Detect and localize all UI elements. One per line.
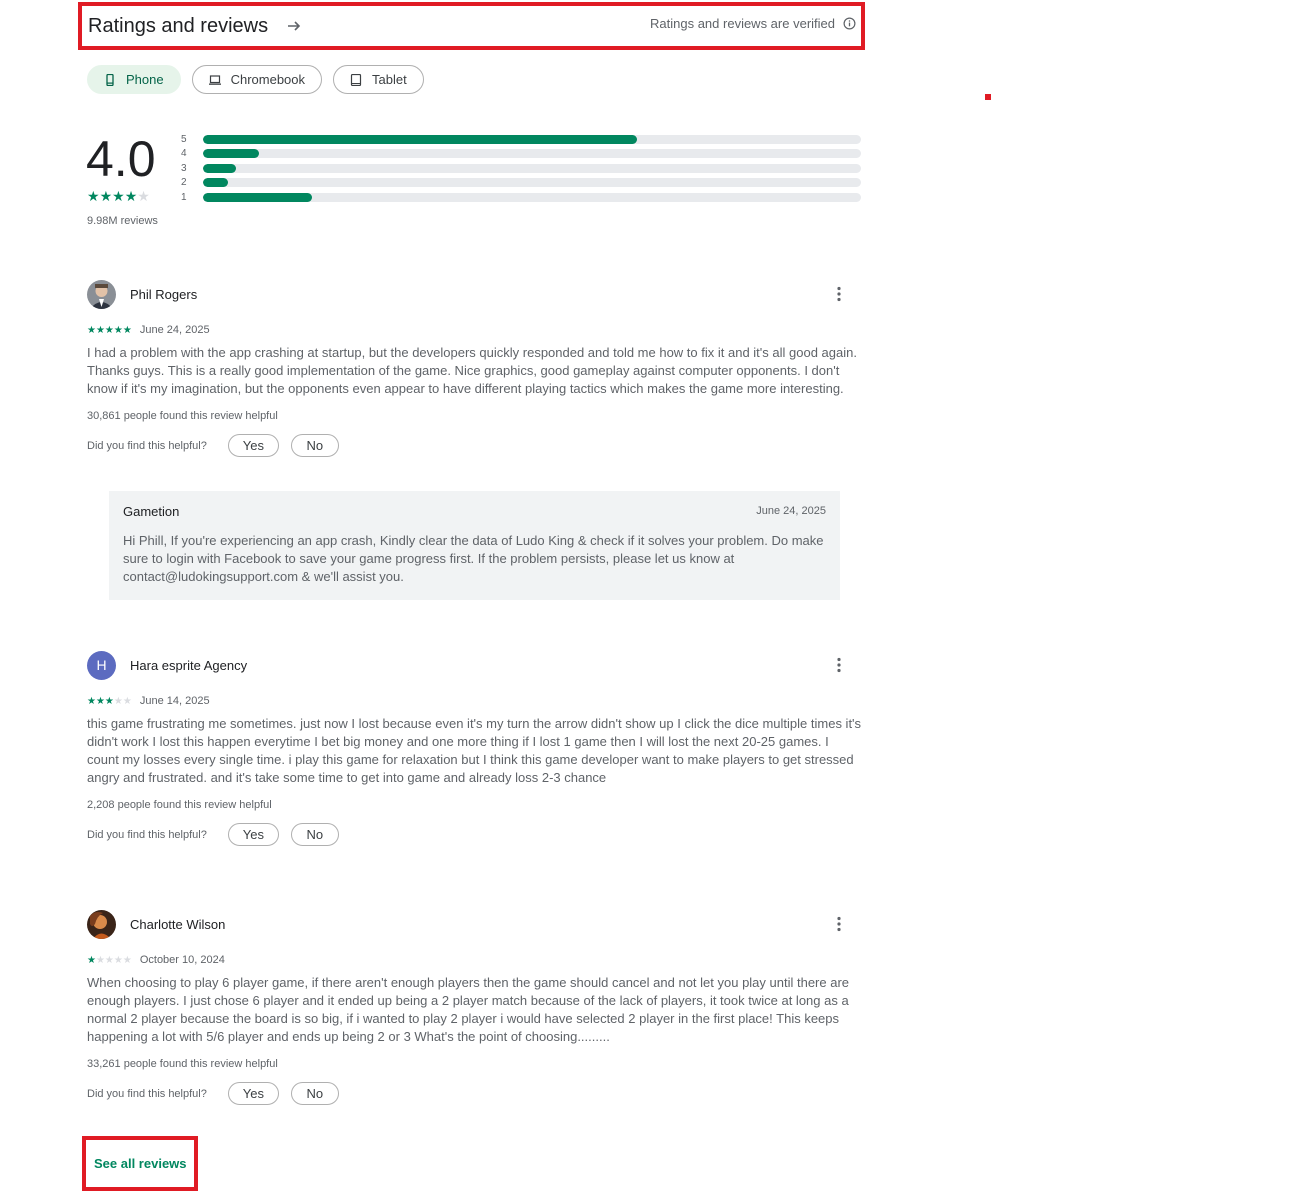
no-button[interactable]: No <box>290 823 339 846</box>
rating-bar-track <box>203 178 861 188</box>
rating-bar-fill <box>203 134 638 144</box>
chip-tablet[interactable]: Tablet <box>333 65 424 94</box>
yes-button[interactable]: Yes <box>227 434 279 457</box>
summary-stars: ★★★★★ <box>87 189 150 203</box>
review-meta: ★★★★★ October 10, 2024 <box>87 954 862 966</box>
helpful-prompt: Did you find this helpful? <box>87 439 207 452</box>
more-vert-icon[interactable] <box>830 656 848 674</box>
review-meta: ★★★★★ June 24, 2025 <box>87 324 862 336</box>
rating-bar-label: 5 <box>181 133 187 145</box>
rating-bar-row: 2 <box>181 176 861 191</box>
rating-bar-row: 3 <box>181 161 861 176</box>
user-photo-icon <box>87 279 116 309</box>
star-icon: ★ <box>112 188 125 204</box>
star-empty-icon: ★ <box>137 188 150 204</box>
rating-bar-track <box>203 163 861 173</box>
review-card: Phil Rogers ★★★★★ June 24, 2025 I had a … <box>87 279 862 457</box>
helpful-feedback: Did you find this helpful? Yes No <box>87 1082 862 1105</box>
no-button[interactable]: No <box>290 1082 339 1105</box>
rating-bar-label: 1 <box>181 191 187 203</box>
reviewer-name: Charlotte Wilson <box>130 916 226 932</box>
review-card: H Hara esprite Agency ★★★★★ June 14, 202… <box>87 650 862 846</box>
rating-bar-track <box>203 192 861 202</box>
star-icon: ★ <box>99 188 113 204</box>
review-text: this game frustrating me sometimes. just… <box>87 716 862 785</box>
developer-reply: Gametion June 24, 2025 Hi Phill, If you'… <box>109 491 840 600</box>
helpful-count: 30,861 people found this review helpful <box>87 410 278 422</box>
reviewer-name: Phil Rogers <box>130 286 198 302</box>
rating-bar-fill <box>203 192 312 202</box>
ratings-header[interactable]: Ratings and reviews Ratings and reviews … <box>88 12 858 40</box>
developer-reply-date: June 24, 2025 <box>756 505 826 517</box>
rating-bar-label: 2 <box>181 177 187 189</box>
laptop-icon <box>208 74 221 85</box>
review-header: Charlotte Wilson <box>87 909 862 939</box>
verified-note: Ratings and reviews are verified <box>650 16 856 31</box>
rating-bar-fill <box>203 178 228 188</box>
helpful-prompt: Did you find this helpful? <box>87 828 207 841</box>
star-icon: ★ <box>87 188 100 204</box>
chip-label: Chromebook <box>230 72 306 87</box>
device-filter-chips: Phone Chromebook Tablet <box>87 65 424 94</box>
avatar <box>87 909 116 939</box>
more-vert-icon[interactable] <box>830 285 848 303</box>
review-stars: ★★★★★ <box>87 695 132 707</box>
review-stars: ★★★★★ <box>87 324 132 336</box>
rating-bar-row: 5 <box>181 132 861 147</box>
rating-bar-track <box>203 149 861 159</box>
chip-label: Tablet <box>372 72 407 87</box>
helpful-feedback: Did you find this helpful? Yes No <box>87 434 862 457</box>
rating-bar-track <box>203 134 861 144</box>
review-header: Phil Rogers <box>87 279 862 309</box>
review-meta: ★★★★★ June 14, 2025 <box>87 695 862 707</box>
avatar <box>87 279 116 309</box>
developer-name: Gametion <box>123 504 180 519</box>
helpful-feedback: Did you find this helpful? Yes No <box>87 823 862 846</box>
arrow-right-icon[interactable] <box>286 18 302 34</box>
user-photo-icon <box>87 909 116 939</box>
developer-reply-text: Hi Phill, If you're experiencing an app … <box>123 533 824 584</box>
rating-bar-fill <box>203 163 236 173</box>
section-title: Ratings and reviews <box>88 14 269 37</box>
no-button[interactable]: No <box>290 434 339 457</box>
rating-distribution: 5 4 3 2 1 <box>181 132 861 205</box>
average-rating: 4.0 <box>86 131 156 187</box>
star-icon: ★ <box>124 188 138 204</box>
phone-icon <box>106 73 114 86</box>
review-stars: ★★★★★ <box>87 954 132 966</box>
helpful-count: 33,261 people found this review helpful <box>87 1058 278 1070</box>
review-card: Charlotte Wilson ★★★★★ October 10, 2024 … <box>87 909 862 1105</box>
rating-bar-fill <box>203 149 259 159</box>
review-date: June 14, 2025 <box>139 695 210 707</box>
review-text: I had a problem with the app crashing at… <box>87 345 857 396</box>
helpful-prompt: Did you find this helpful? <box>87 1087 207 1100</box>
avatar: H <box>87 650 116 680</box>
review-date: October 10, 2024 <box>139 954 225 966</box>
chip-phone[interactable]: Phone <box>87 65 181 94</box>
review-date: June 24, 2025 <box>139 324 210 336</box>
reviewer-name: Hara esprite Agency <box>130 657 248 673</box>
info-icon[interactable] <box>843 17 856 30</box>
verified-text: Ratings and reviews are verified <box>650 16 835 31</box>
yes-button[interactable]: Yes <box>227 823 279 846</box>
rating-bar-row: 1 <box>181 190 861 205</box>
see-all-reviews-link[interactable]: See all reviews <box>94 1156 187 1171</box>
chip-chromebook[interactable]: Chromebook <box>191 65 323 94</box>
red-marker <box>985 94 991 100</box>
yes-button[interactable]: Yes <box>227 1082 279 1105</box>
rating-bar-row: 4 <box>181 147 861 162</box>
total-reviews: 9.98M reviews <box>87 215 158 227</box>
avatar-letter: H <box>96 657 107 673</box>
more-vert-icon[interactable] <box>830 915 848 933</box>
review-text: When choosing to play 6 player game, if … <box>87 975 850 1044</box>
rating-bar-label: 4 <box>181 148 187 160</box>
helpful-count: 2,208 people found this review helpful <box>87 799 272 811</box>
tablet-icon <box>350 73 362 86</box>
review-header: H Hara esprite Agency <box>87 650 862 680</box>
chip-label: Phone <box>126 72 164 87</box>
rating-bar-label: 3 <box>181 162 187 174</box>
